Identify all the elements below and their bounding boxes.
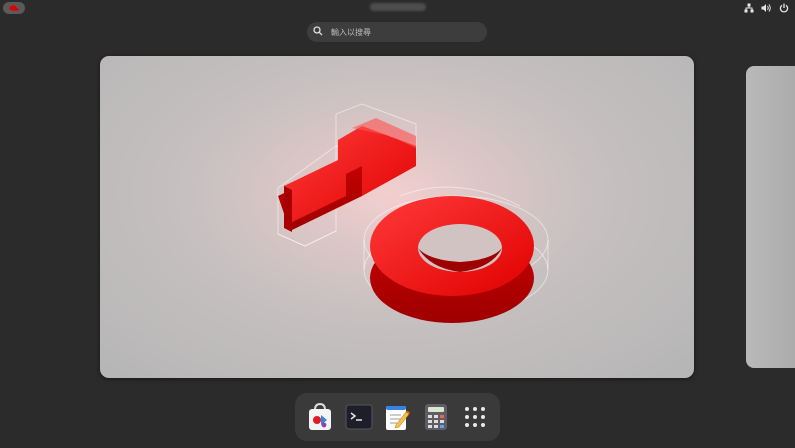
power-icon [779,3,789,13]
shopping-bag-icon [309,403,332,430]
system-tray[interactable] [744,1,789,15]
clock[interactable] [370,3,426,11]
terminal-icon [345,404,373,430]
app-grid-icon [464,407,485,427]
text-editor-icon [386,406,411,430]
dash-item-show-apps[interactable] [458,400,492,434]
network-icon [744,3,754,13]
workspace-thumbnail[interactable] [100,56,694,378]
wallpaper-number-10-graphic [277,103,549,323]
dash-item-calculator[interactable] [419,400,453,434]
volume-icon [761,4,771,12]
calculator-icon [425,404,448,430]
dash-item-software[interactable] [303,400,337,434]
next-workspace-thumbnail[interactable] [746,66,795,368]
top-bar [0,0,795,16]
redhat-logo-icon [9,4,19,11]
dash-item-terminal[interactable] [342,400,376,434]
dash-item-text-editor[interactable] [380,400,414,434]
search-icon [313,26,325,38]
dash [295,393,500,441]
search-input[interactable] [331,27,481,37]
activities-button[interactable] [3,2,25,14]
search-bar[interactable] [307,22,487,42]
